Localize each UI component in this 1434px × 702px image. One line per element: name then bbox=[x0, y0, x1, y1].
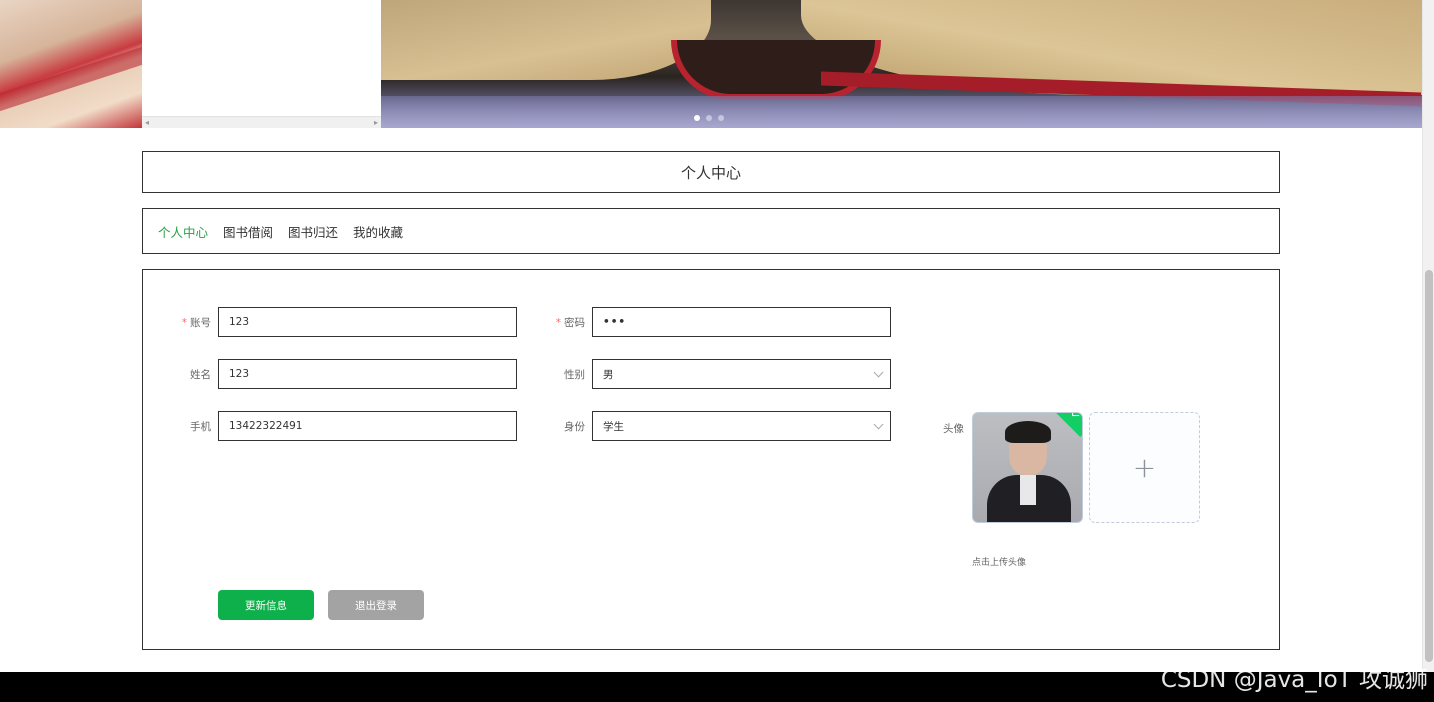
scroll-left-arrow-icon[interactable]: ◂ bbox=[145, 117, 149, 128]
tab-personal-center[interactable]: 个人中心 bbox=[158, 222, 208, 241]
avatar-person-hair bbox=[1005, 421, 1051, 443]
banner-prev-slide-image bbox=[0, 0, 142, 128]
required-mark: * bbox=[555, 316, 561, 329]
role-value: 学生 bbox=[603, 420, 624, 433]
carousel-dot-1[interactable] bbox=[694, 115, 700, 121]
required-mark: * bbox=[181, 316, 187, 329]
password-field: * 密码 ••• bbox=[552, 307, 891, 337]
update-info-button[interactable]: 更新信息 bbox=[218, 590, 314, 620]
gender-value: 男 bbox=[603, 368, 614, 381]
carousel-dot-3[interactable] bbox=[718, 115, 724, 121]
account-input[interactable]: 123 bbox=[218, 307, 517, 337]
tab-bar: 个人中心 图书借阅 图书归还 我的收藏 bbox=[142, 208, 1280, 254]
page-title: 个人中心 bbox=[680, 163, 741, 182]
upload-success-check-icon bbox=[1051, 413, 1082, 438]
profile-form: * 账号 123 * 密码 ••• 姓名 123 性别 男 手机 134223224… bbox=[142, 269, 1280, 650]
account-field: * 账号 123 bbox=[178, 307, 517, 337]
avatar-label: 头像 bbox=[943, 423, 964, 435]
avatar-upload-tip: 点击上传头像 bbox=[972, 558, 1027, 568]
page-title-box: 个人中心 bbox=[142, 151, 1280, 193]
account-label: * 账号 bbox=[181, 316, 211, 329]
chevron-down-icon bbox=[873, 367, 884, 378]
scrollbar-thumb[interactable] bbox=[1425, 270, 1433, 662]
carousel-indicators bbox=[694, 115, 724, 121]
role-select[interactable]: 学生 bbox=[592, 411, 891, 441]
tab-my-favorites[interactable]: 我的收藏 bbox=[353, 222, 403, 241]
watermark-text: CSDN @Java_IoT 攻诚狮 bbox=[1160, 667, 1428, 693]
tab-book-borrow[interactable]: 图书借阅 bbox=[223, 222, 273, 241]
book-spine bbox=[671, 40, 881, 100]
tab-book-return[interactable]: 图书归还 bbox=[288, 222, 338, 241]
scroll-right-arrow-icon[interactable]: ▸ bbox=[374, 117, 378, 128]
phone-field: 手机 13422322491 bbox=[178, 411, 517, 441]
banner-carousel: ◂ ▸ bbox=[0, 0, 1422, 128]
role-field: 身份 学生 bbox=[552, 411, 891, 441]
avatar-upload-button[interactable]: + bbox=[1089, 412, 1200, 523]
gender-field: 性别 男 bbox=[552, 359, 891, 389]
book-table-surface bbox=[381, 96, 1422, 128]
banner-book-image bbox=[381, 0, 1422, 128]
page-vertical-scrollbar[interactable] bbox=[1422, 0, 1434, 672]
page: ◂ ▸ 个人中心 个人中心 图书借阅 图书归还 我的收藏 * 账号 123 * … bbox=[0, 0, 1434, 702]
phone-label: 手机 bbox=[190, 420, 211, 433]
name-field: 姓名 123 bbox=[178, 359, 517, 389]
avatar-person-shirt bbox=[1020, 475, 1036, 505]
logout-button[interactable]: 退出登录 bbox=[328, 590, 424, 620]
password-input[interactable]: ••• bbox=[592, 307, 891, 337]
banner-blank-area bbox=[142, 0, 381, 128]
chevron-down-icon bbox=[873, 419, 884, 430]
gender-select[interactable]: 男 bbox=[592, 359, 891, 389]
name-input[interactable]: 123 bbox=[218, 359, 517, 389]
banner-horizontal-scrollbar[interactable]: ◂ ▸ bbox=[142, 116, 381, 128]
plus-icon: + bbox=[1132, 450, 1157, 484]
password-label: * 密码 bbox=[555, 316, 585, 329]
carousel-dot-2[interactable] bbox=[706, 115, 712, 121]
name-label: 姓名 bbox=[190, 368, 211, 381]
avatar-image[interactable] bbox=[972, 412, 1083, 523]
gender-label: 性别 bbox=[564, 368, 585, 381]
book-left-pages bbox=[381, 0, 711, 80]
role-label: 身份 bbox=[564, 420, 585, 433]
phone-input[interactable]: 13422322491 bbox=[218, 411, 517, 441]
